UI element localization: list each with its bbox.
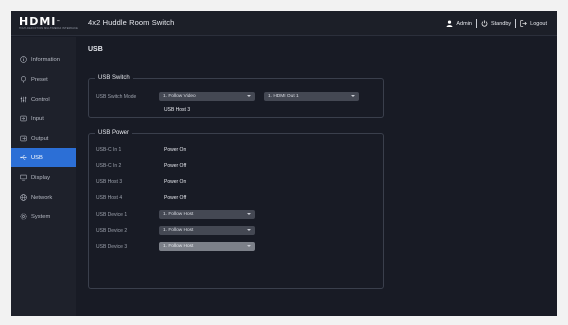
select-value: 1. Follow Video xyxy=(163,94,196,99)
info-icon xyxy=(20,56,27,63)
usb-device-3-select[interactable]: 1. Follow Host xyxy=(159,242,255,251)
usb-switch-mode-select[interactable]: 1. Follow Video xyxy=(159,92,255,101)
pin-icon xyxy=(20,76,27,83)
display-icon xyxy=(20,174,27,181)
app-title: 4x2 Huddle Room Switch xyxy=(88,18,175,27)
sidebar-item-label: Control xyxy=(31,96,50,103)
sliders-icon xyxy=(20,96,27,103)
sidebar-item-display[interactable]: Display xyxy=(11,168,76,187)
sidebar-item-control[interactable]: Control xyxy=(11,90,76,109)
globe-icon xyxy=(20,194,27,201)
sidebar-item-network[interactable]: Network xyxy=(11,188,76,207)
sidebar-item-label: Information xyxy=(31,56,60,63)
select-value: 1. HDMI Out 1 xyxy=(268,94,299,99)
user-icon xyxy=(446,20,453,27)
sidebar-item-information[interactable]: Information xyxy=(11,50,76,69)
usb-c-in-1-status: Power On xyxy=(164,147,187,153)
chevron-down-icon xyxy=(247,213,251,215)
usb-host-4-label: USB Host 4 xyxy=(96,195,123,201)
output-icon xyxy=(20,135,27,142)
usb-power-title: USB Power xyxy=(95,129,133,138)
main-content: USB USB Switch USB Switch Mode 1. Follow… xyxy=(76,37,557,316)
hdmi-output-select[interactable]: 1. HDMI Out 1 xyxy=(264,92,359,101)
sidebar-item-system[interactable]: System xyxy=(11,207,76,226)
sidebar-item-usb[interactable]: USB xyxy=(11,148,76,167)
chevron-down-icon xyxy=(247,245,251,247)
usb-host-4-status: Power Off xyxy=(164,195,187,201)
usb-switch-title: USB Switch xyxy=(95,74,133,83)
standby-label: Standby xyxy=(490,20,512,27)
sidebar-item-label: Output xyxy=(31,135,49,142)
sidebar-item-input[interactable]: Input xyxy=(11,109,76,128)
admin-label: Admin xyxy=(456,20,472,27)
sidebar-item-label: USB xyxy=(31,154,43,161)
usb-icon xyxy=(20,155,27,160)
select-value: 1. Follow Host xyxy=(163,244,194,249)
sidebar-item-label: System xyxy=(31,213,51,220)
chevron-down-icon xyxy=(247,229,251,231)
logo-tagline: HIGH-DEFINITION MULTIMEDIA INTERFACE xyxy=(19,27,78,30)
logout-button[interactable]: Logout xyxy=(516,20,551,27)
top-actions: Admin Standby Logout xyxy=(442,17,551,30)
page-title: USB xyxy=(88,46,103,53)
usb-host-value: USB Host 3 xyxy=(164,107,191,113)
app-window: HDMI™ HIGH-DEFINITION MULTIMEDIA INTERFA… xyxy=(11,11,557,316)
logout-icon xyxy=(520,20,527,27)
power-icon xyxy=(481,20,488,27)
usb-c-in-1-label: USB-C In 1 xyxy=(96,147,122,153)
select-value: 1. Follow Host xyxy=(163,228,194,233)
usb-c-in-2-label: USB-C In 2 xyxy=(96,163,122,169)
usb-device-2-label: USB Device 2 xyxy=(96,228,128,234)
sidebar-item-label: Preset xyxy=(31,76,48,83)
chevron-down-icon xyxy=(247,95,251,97)
input-icon xyxy=(20,115,27,122)
sidebar-item-label: Input xyxy=(31,115,44,122)
usb-device-2-select[interactable]: 1. Follow Host xyxy=(159,226,255,235)
top-bar: HDMI™ HIGH-DEFINITION MULTIMEDIA INTERFA… xyxy=(11,11,557,36)
usb-host-3-label: USB Host 3 xyxy=(96,179,123,185)
usb-host-3-status: Power On xyxy=(164,179,187,185)
usb-device-1-select[interactable]: 1. Follow Host xyxy=(159,210,255,219)
sidebar-item-label: Network xyxy=(31,194,53,201)
usb-power-group: USB Power USB-C In 1 Power On USB-C In 2… xyxy=(88,129,384,289)
sidebar: Information Preset Control Input Output … xyxy=(11,37,76,316)
sidebar-item-label: Display xyxy=(31,174,51,181)
gear-icon xyxy=(20,213,27,220)
standby-button[interactable]: Standby xyxy=(477,20,515,27)
admin-user[interactable]: Admin xyxy=(442,20,476,27)
logout-label: Logout xyxy=(530,20,547,27)
hdmi-logo: HDMI™ HIGH-DEFINITION MULTIMEDIA INTERFA… xyxy=(19,16,78,31)
usb-switch-mode-label: USB Switch Mode xyxy=(96,94,137,100)
usb-device-1-label: USB Device 1 xyxy=(96,212,128,218)
sidebar-item-output[interactable]: Output xyxy=(11,129,76,148)
usb-switch-group: USB Switch USB Switch Mode 1. Follow Vid… xyxy=(88,74,384,118)
select-value: 1. Follow Host xyxy=(163,212,194,217)
chevron-down-icon xyxy=(351,95,355,97)
sidebar-item-preset[interactable]: Preset xyxy=(11,70,76,89)
usb-device-3-label: USB Device 3 xyxy=(96,244,128,250)
logo-tm: ™ xyxy=(56,19,62,24)
usb-c-in-2-status: Power Off xyxy=(164,163,187,169)
